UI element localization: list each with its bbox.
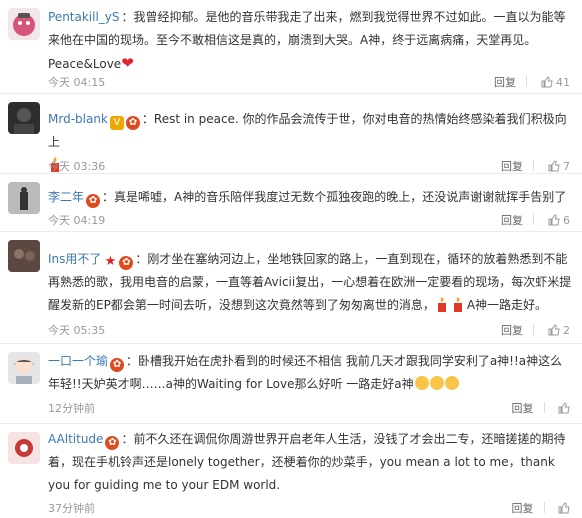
avatar[interactable]: [8, 102, 40, 134]
star-badge-icon: ★: [104, 254, 117, 269]
like-button[interactable]: 6: [548, 214, 570, 227]
comment-body: AAltitude ✿ ：前不久还在调侃你周游世界开启老年人生活，没钱了才会出二专，…: [48, 428, 572, 497]
comment-footer: 12分钟前 回复: [48, 400, 572, 418]
comment-footer: 37分钟前 回复: [48, 500, 572, 518]
comment-actions: 回复: [502, 400, 571, 416]
username-link[interactable]: Mrd-blank: [48, 112, 108, 126]
like-button[interactable]: 2: [548, 324, 570, 337]
avatar[interactable]: [8, 8, 40, 40]
comment-text: ：前不久还在调侃你周游世界开启老年人生活，没钱了才会出二专，还暗搓搓的期待着，现…: [48, 432, 566, 492]
timestamp: 今天 04:15: [48, 76, 106, 89]
candle-emoji-icon: [437, 297, 446, 312]
like-count: 7: [563, 160, 570, 173]
like-count: 6: [563, 214, 570, 227]
crying-emoji-icon: [429, 376, 444, 390]
comment-actions: 回复 2: [491, 322, 570, 338]
comment-actions: 回复 6: [491, 212, 570, 228]
comment-text: ：Rest in peace. 你的作品会流传于世，你对电音的热情始终感染着我们…: [48, 112, 567, 149]
crying-emoji-icon: [414, 376, 429, 390]
avatar[interactable]: [8, 352, 40, 384]
reply-button[interactable]: 回复: [501, 324, 523, 337]
comment-list: Pentakill_yS ：我曾经抑郁。是他的音乐带我走了出来，燃到我觉得世界不过…: [0, 0, 582, 517]
comment-item: AAltitude ✿ ：前不久还在调侃你周游世界开启老年人生活，没钱了才会出二专，…: [0, 424, 582, 517]
timestamp: 今天 04:19: [48, 214, 106, 227]
username-link[interactable]: AAltitude: [48, 432, 103, 446]
thumbs-up-icon: [548, 214, 560, 226]
reply-button[interactable]: 回复: [512, 402, 534, 415]
medal-badge-icon: ✿: [105, 436, 120, 450]
avatar[interactable]: [8, 240, 40, 272]
comment-item: Mrd-blank V ✿ ：Rest in peace. 你的作品会流传于世，你对电…: [0, 94, 582, 174]
username-link[interactable]: Pentakill_yS: [48, 10, 120, 24]
comment-text: ：真是唏嘘，A神的音乐陪伴我度过无数个孤独夜跑的晚上，还没说声谢谢就挥手告别了: [102, 190, 567, 204]
comment-body: Ins用不了 ★ ✿ ：刚才坐在塞纳河边上，坐地铁回家的路上，一直到现在，循环的放着熟…: [48, 248, 572, 317]
timestamp: 12分钟前: [48, 402, 95, 415]
comment-text-tail: A神一路走好。: [466, 298, 548, 312]
reply-button[interactable]: 回复: [494, 76, 516, 89]
timestamp: 今天 03:36: [48, 160, 106, 173]
heart-emoji-icon: ❤: [121, 54, 134, 72]
like-count: 2: [563, 324, 570, 337]
comment-footer: 今天 04:19 回复 6: [48, 212, 572, 230]
thumbs-up-icon: [558, 402, 570, 414]
comment-actions: 回复 41: [484, 74, 570, 90]
comment-item: Pentakill_yS ：我曾经抑郁。是他的音乐带我走了出来，燃到我觉得世界不过…: [0, 0, 582, 94]
medal-badge-icon: ✿: [110, 358, 125, 372]
timestamp: 37分钟前: [48, 502, 95, 515]
avatar[interactable]: [8, 182, 40, 214]
comment-actions: 回复 7: [491, 158, 570, 174]
candle-emoji-icon: [453, 297, 462, 312]
thumbs-up-icon: [541, 76, 553, 88]
medal-badge-icon: ✿: [86, 194, 101, 208]
comment-body: 李二年 ✿ ：真是唏嘘，A神的音乐陪伴我度过无数个孤独夜跑的晚上，还没说声谢谢就挥手…: [48, 186, 572, 209]
like-button[interactable]: 41: [541, 76, 570, 89]
username-link[interactable]: 一口一个瑜: [48, 354, 108, 368]
thumbs-up-icon: [548, 160, 560, 172]
reply-button[interactable]: 回复: [501, 160, 523, 173]
thumbs-up-icon: [558, 502, 570, 514]
reply-button[interactable]: 回复: [501, 214, 523, 227]
comment-item: 一口一个瑜 ✿ ：卧槽我开始在虎扑看到的时候还不相信 我前几天才跟我同学安利了a神!…: [0, 344, 582, 424]
like-count: 41: [556, 76, 570, 89]
medal-badge-icon: ✿: [119, 256, 134, 270]
username-link[interactable]: 李二年: [48, 190, 84, 204]
thumbs-up-icon: [548, 324, 560, 336]
like-button[interactable]: 7: [548, 160, 570, 173]
medal-badge-icon: ✿: [125, 116, 140, 130]
reply-button[interactable]: 回复: [512, 502, 534, 515]
comment-text: ：卧槽我开始在虎扑看到的时候还不相信 我前几天才跟我同学安利了a神!!a神这么年…: [48, 354, 563, 391]
v-badge-icon: V: [109, 116, 124, 130]
like-button[interactable]: [558, 502, 570, 515]
comment-item: Ins用不了 ★ ✿ ：刚才坐在塞纳河边上，坐地铁回家的路上，一直到现在，循环的放着熟…: [0, 232, 582, 344]
comment-footer: 今天 04:15 回复 41: [48, 74, 572, 92]
avatar[interactable]: [8, 432, 40, 464]
timestamp: 今天 05:35: [48, 324, 106, 337]
like-button[interactable]: [558, 402, 570, 415]
crying-emoji-icon: [444, 376, 459, 390]
comment-item: 李二年 ✿ ：真是唏嘘，A神的音乐陪伴我度过无数个孤独夜跑的晚上，还没说声谢谢就挥手…: [0, 174, 582, 232]
comment-actions: 回复: [502, 500, 571, 516]
username-link[interactable]: Ins用不了: [48, 252, 101, 266]
comment-footer: 今天 05:35 回复 2: [48, 322, 572, 340]
comment-body: Pentakill_yS ：我曾经抑郁。是他的音乐带我走了出来，燃到我觉得世界不过…: [48, 6, 572, 76]
comment-body: 一口一个瑜 ✿ ：卧槽我开始在虎扑看到的时候还不相信 我前几天才跟我同学安利了a神!…: [48, 350, 572, 396]
